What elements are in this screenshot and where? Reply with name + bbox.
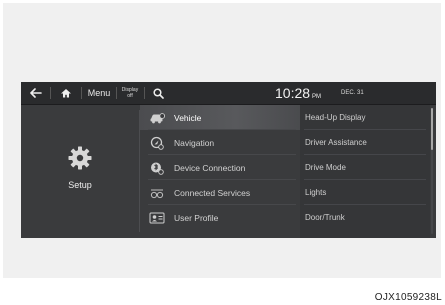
submenu-item-label: Driver Assistance xyxy=(305,138,367,147)
submenu-item-lights[interactable]: Lights xyxy=(300,180,430,205)
submenu-item-driver-assistance[interactable]: Driver Assistance xyxy=(300,130,430,155)
display-off-button[interactable]: Display off xyxy=(117,82,143,104)
divider xyxy=(50,87,51,99)
home-button[interactable] xyxy=(53,82,79,104)
menu-item-navigation[interactable]: Navigation xyxy=(140,130,300,155)
clock-time: 10:28 xyxy=(275,85,311,101)
setup-label: Setup xyxy=(68,180,92,190)
submenu-item-label: Door/Trunk xyxy=(305,213,345,222)
clock: 10:28 PM xyxy=(275,83,321,105)
back-button[interactable] xyxy=(25,82,47,104)
menu-item-user-profile[interactable]: User Profile xyxy=(140,205,300,230)
menu-item-label: Device Connection xyxy=(174,162,246,173)
clock-ampm: PM xyxy=(312,94,322,100)
settings-menu-list: Vehicle Navigation Device Connection Con… xyxy=(140,105,300,238)
date-label: DEC. 31 xyxy=(341,90,364,96)
divider xyxy=(144,87,145,99)
menu-item-label: Navigation xyxy=(174,137,215,148)
menu-item-connected-services[interactable]: Connected Services xyxy=(140,180,300,205)
infotainment-screen: Menu Display off 10:28 PM DEC. 31 Setup … xyxy=(21,82,436,238)
figure-frame: Menu Display off 10:28 PM DEC. 31 Setup … xyxy=(3,3,441,278)
search-icon xyxy=(152,87,164,99)
submenu-item-door-trunk[interactable]: Door/Trunk xyxy=(300,205,430,230)
divider xyxy=(81,87,82,99)
back-arrow-icon xyxy=(30,88,42,98)
menu-item-label: User Profile xyxy=(174,212,219,223)
menu-button[interactable]: Menu xyxy=(83,82,115,104)
gear-icon xyxy=(67,145,93,176)
scrollbar[interactable] xyxy=(431,108,433,234)
submenu-item-label: Drive Mode xyxy=(305,163,346,172)
search-button[interactable] xyxy=(147,82,169,104)
setup-panel[interactable]: Setup xyxy=(21,105,139,238)
top-bar: Menu Display off 10:28 PM DEC. 31 xyxy=(21,82,436,105)
car-icon xyxy=(148,112,166,124)
connected-services-icon xyxy=(148,187,166,199)
menu-item-vehicle[interactable]: Vehicle xyxy=(140,105,300,130)
submenu-item-head-up-display[interactable]: Head-Up Display xyxy=(300,105,430,130)
display-off-label-line2: off xyxy=(127,93,133,99)
menu-item-label: Vehicle xyxy=(174,112,202,123)
menu-label: Menu xyxy=(87,88,111,98)
submenu-item-drive-mode[interactable]: Drive Mode xyxy=(300,155,430,180)
navigation-icon xyxy=(148,136,166,150)
vehicle-submenu-list: Head-Up Display Driver Assistance Drive … xyxy=(300,105,430,238)
submenu-item-label: Head-Up Display xyxy=(305,113,366,122)
menu-item-label: Connected Services xyxy=(174,187,251,198)
device-connection-icon xyxy=(148,161,166,175)
figure-code: OJX1059238L xyxy=(374,292,442,303)
home-icon xyxy=(61,89,71,98)
date-display: DEC. 31 xyxy=(341,82,364,104)
user-profile-icon xyxy=(148,212,166,224)
submenu-item-label: Lights xyxy=(305,188,327,197)
menu-item-device-connection[interactable]: Device Connection xyxy=(140,155,300,180)
scrollbar-thumb[interactable] xyxy=(431,108,433,150)
